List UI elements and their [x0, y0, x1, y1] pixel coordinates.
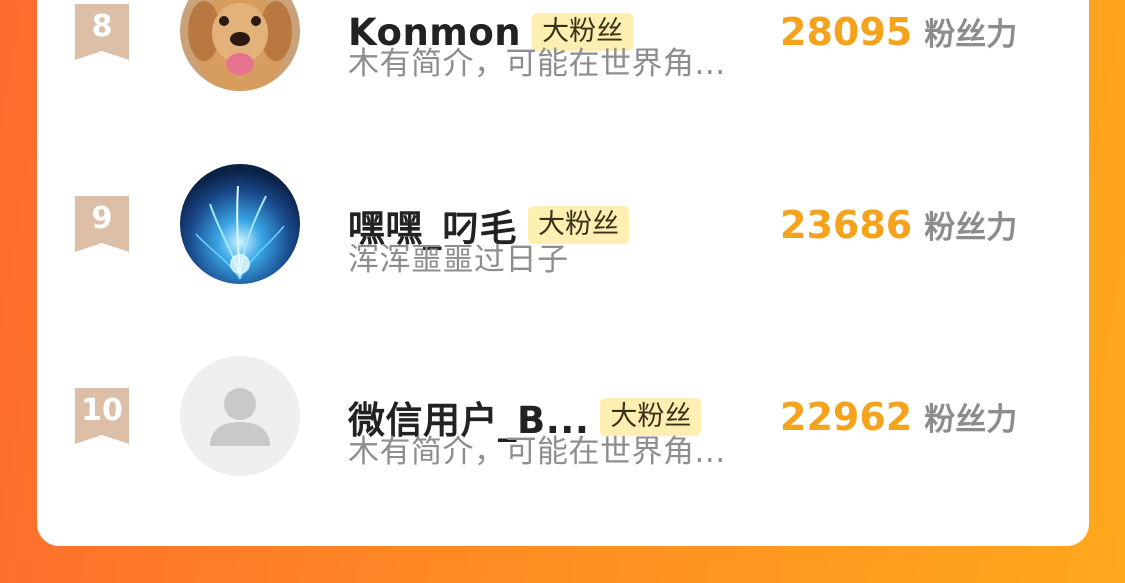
rank-number: 9: [91, 201, 113, 236]
rank-ribbon-icon: 9: [75, 196, 129, 252]
ranking-row[interactable]: 8 Konmon 大粉丝 木有简介，可能在世界角... 28095 粉丝力: [37, 0, 1089, 152]
rank-number: 8: [91, 9, 113, 44]
default-person-icon: [180, 356, 300, 476]
ranking-row[interactable]: 10 微信用户_B... 大粉丝 木有简介，可能在世界角... 22962 粉丝…: [37, 344, 1089, 536]
user-bio: 木有简介，可能在世界角...: [348, 434, 726, 470]
avatar[interactable]: [180, 356, 300, 476]
fan-score: 22962: [780, 395, 913, 439]
avatar[interactable]: [180, 0, 300, 91]
rank-number: 10: [81, 393, 123, 428]
ranking-row[interactable]: 9 嘿嘿_叼毛 大粉丝 浑浑噩噩过日子 23686 粉丝力: [37, 152, 1089, 344]
user-bio: 浑浑噩噩过日子: [348, 242, 569, 278]
fan-score-unit: 粉丝力: [924, 402, 1018, 438]
rank-ribbon-icon: 8: [75, 4, 129, 60]
dog-avatar-icon: [180, 0, 300, 91]
user-bio: 木有简介，可能在世界角...: [348, 46, 726, 82]
fan-score-unit: 粉丝力: [924, 17, 1018, 53]
sparkle-avatar-icon: [180, 164, 300, 284]
avatar[interactable]: [180, 164, 300, 284]
fan-score-unit: 粉丝力: [924, 210, 1018, 246]
fan-score: 23686: [780, 203, 913, 247]
fan-score: 28095: [780, 10, 913, 54]
rank-ribbon-icon: 10: [75, 388, 129, 444]
fan-ranking-card: 8 Konmon 大粉丝 木有简介，可能在世界角... 28095 粉丝力 9 …: [37, 0, 1089, 546]
